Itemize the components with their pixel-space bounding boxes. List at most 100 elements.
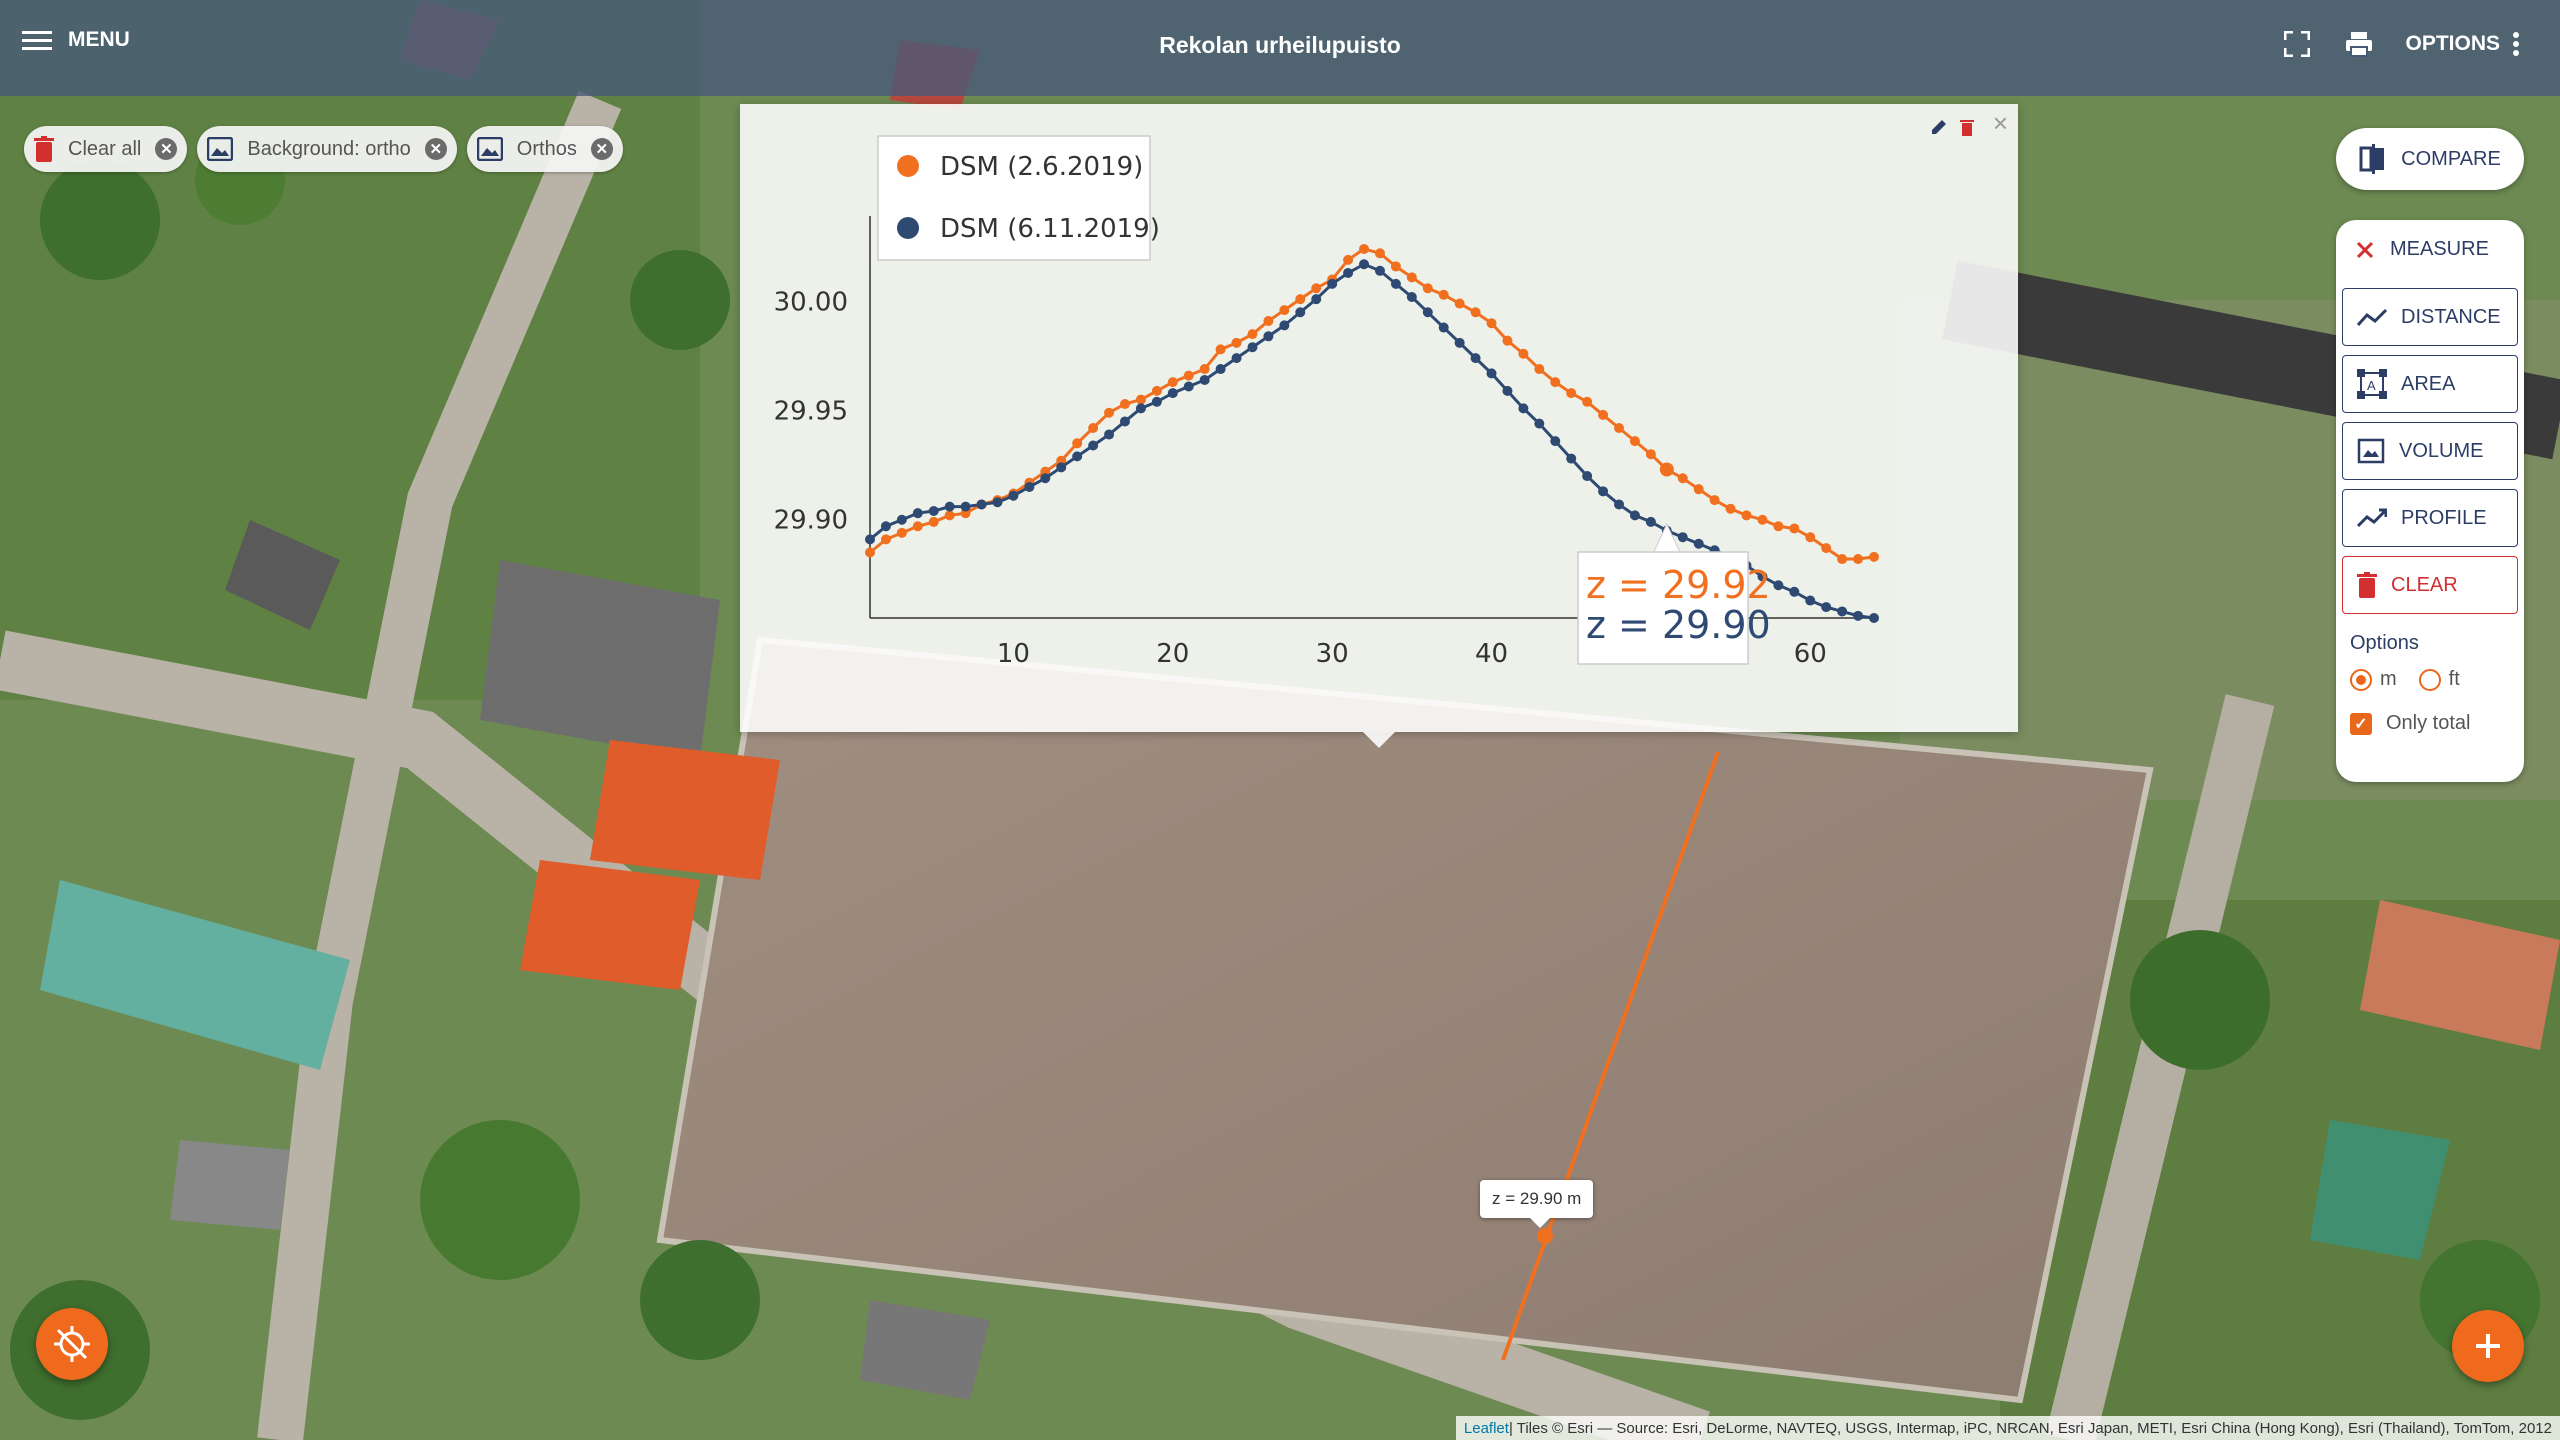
data-point [912,521,923,532]
data-point [1167,377,1178,388]
data-point [1693,538,1704,549]
data-point [1359,243,1370,254]
data-point [1056,462,1067,473]
data-point [1422,307,1433,318]
data-point [1709,495,1720,506]
area-icon: A [2357,369,2387,399]
edit-icon[interactable] [1930,118,1948,141]
data-point [928,505,939,516]
profile-button[interactable]: PROFILE [2342,489,2518,547]
data-point [896,514,907,525]
hover-tooltip-value: z = 29.90 [1586,603,1771,647]
data-point [1486,318,1497,329]
only-total-checkbox[interactable]: ✓ [2350,712,2372,735]
area-button[interactable]: A AREA [2342,355,2518,413]
profile-marker [1537,1228,1553,1244]
close-icon[interactable]: ✕ [155,138,178,160]
plus-icon [2476,1334,2500,1358]
data-point [1598,486,1609,497]
close-icon[interactable]: ✕ [424,138,447,160]
data-point [944,501,955,512]
data-point [865,547,875,558]
close-icon[interactable]: ✕ [590,138,613,160]
volume-label: VOLUME [2399,439,2484,462]
data-point [1518,348,1529,359]
top-bar: MENU Rekolan urheilupuisto OPTIONS [0,0,2560,96]
data-point [1279,305,1290,316]
data-point [1072,451,1083,462]
kebab-menu-icon [2513,32,2519,56]
data-point [1821,602,1832,613]
data-point [928,516,939,527]
data-point [880,534,891,545]
page-title: Rekolan urheilupuisto [1159,32,1401,58]
unit-m-label: m [2380,668,2397,690]
delete-icon[interactable] [1960,118,1974,141]
clear-label: CLEAR [2391,573,2458,596]
measure-close-button[interactable]: MEASURE [2356,238,2489,261]
data-point [1773,580,1784,591]
data-point [1135,394,1146,405]
data-point [1629,436,1640,447]
only-total-option: ✓ Only total [2350,712,2470,735]
data-point [1614,499,1625,510]
data-point [1805,595,1816,606]
map-attribution: Leaflet | Tiles © Esri — Source: Esri, D… [1455,1416,2560,1440]
volume-button[interactable]: VOLUME [2342,422,2518,480]
data-point [1582,396,1593,407]
unit-ft-radio[interactable] [2418,668,2441,691]
data-point [1119,416,1130,427]
print-icon[interactable] [2343,28,2375,60]
profile-icon [2357,508,2387,528]
data-point [1518,403,1529,414]
attribution-text: | Tiles © Esri — Source: Esri, DeLorme, … [1508,1419,2552,1437]
data-point [1088,440,1099,451]
data-point [1821,543,1832,554]
chip-orthos[interactable]: Orthos ✕ [466,126,623,172]
unit-m-radio[interactable] [2350,668,2372,691]
data-point [1104,407,1115,418]
profile-label: PROFILE [2401,506,2487,529]
data-point [1869,613,1879,623]
distance-button[interactable]: DISTANCE [2342,288,2518,346]
data-point [976,499,987,510]
marker-tooltip: z = 29.90 m [1480,1180,1594,1218]
data-point [1470,353,1481,364]
image-icon [476,137,503,161]
data-point [1374,248,1385,259]
data-point [1550,377,1561,388]
data-point [1614,423,1625,434]
close-icon[interactable]: × [1993,108,2008,139]
data-point [1231,337,1242,348]
data-point [1390,261,1401,272]
hover-point [1659,462,1674,477]
compare-button[interactable]: COMPARE [2336,128,2524,190]
fullscreen-icon[interactable] [2281,28,2313,60]
data-point [1869,551,1879,562]
data-point [1566,453,1577,464]
image-icon [207,137,234,161]
legend-label: DSM (6.11.2019) [940,214,1160,244]
options-button[interactable]: OPTIONS [2405,31,2520,57]
data-point [1247,342,1258,353]
chip-background-ortho[interactable]: Background: ortho ✕ [197,126,457,172]
clear-button[interactable]: CLEAR [2342,556,2518,614]
data-point [1757,514,1768,525]
chip-clear-all[interactable]: Clear all ✕ [24,126,188,172]
locate-button[interactable] [36,1308,108,1380]
legend-label: DSM (2.6.2019) [940,152,1143,182]
leaflet-link[interactable]: Leaflet [1464,1420,1509,1437]
data-point [1327,278,1338,289]
add-button[interactable] [2452,1310,2524,1382]
data-point [1438,322,1449,333]
data-point [896,527,907,538]
data-point [1374,265,1385,276]
data-point [1837,606,1848,617]
measure-panel: MEASURE DISTANCE A AREA VOLUME PROFILE C… [2336,220,2524,782]
data-point [1582,471,1593,482]
data-point [1008,490,1019,501]
data-point [960,501,971,512]
data-point [1359,259,1370,270]
data-point [1486,368,1497,379]
y-tick-label: 30.00 [774,287,848,317]
